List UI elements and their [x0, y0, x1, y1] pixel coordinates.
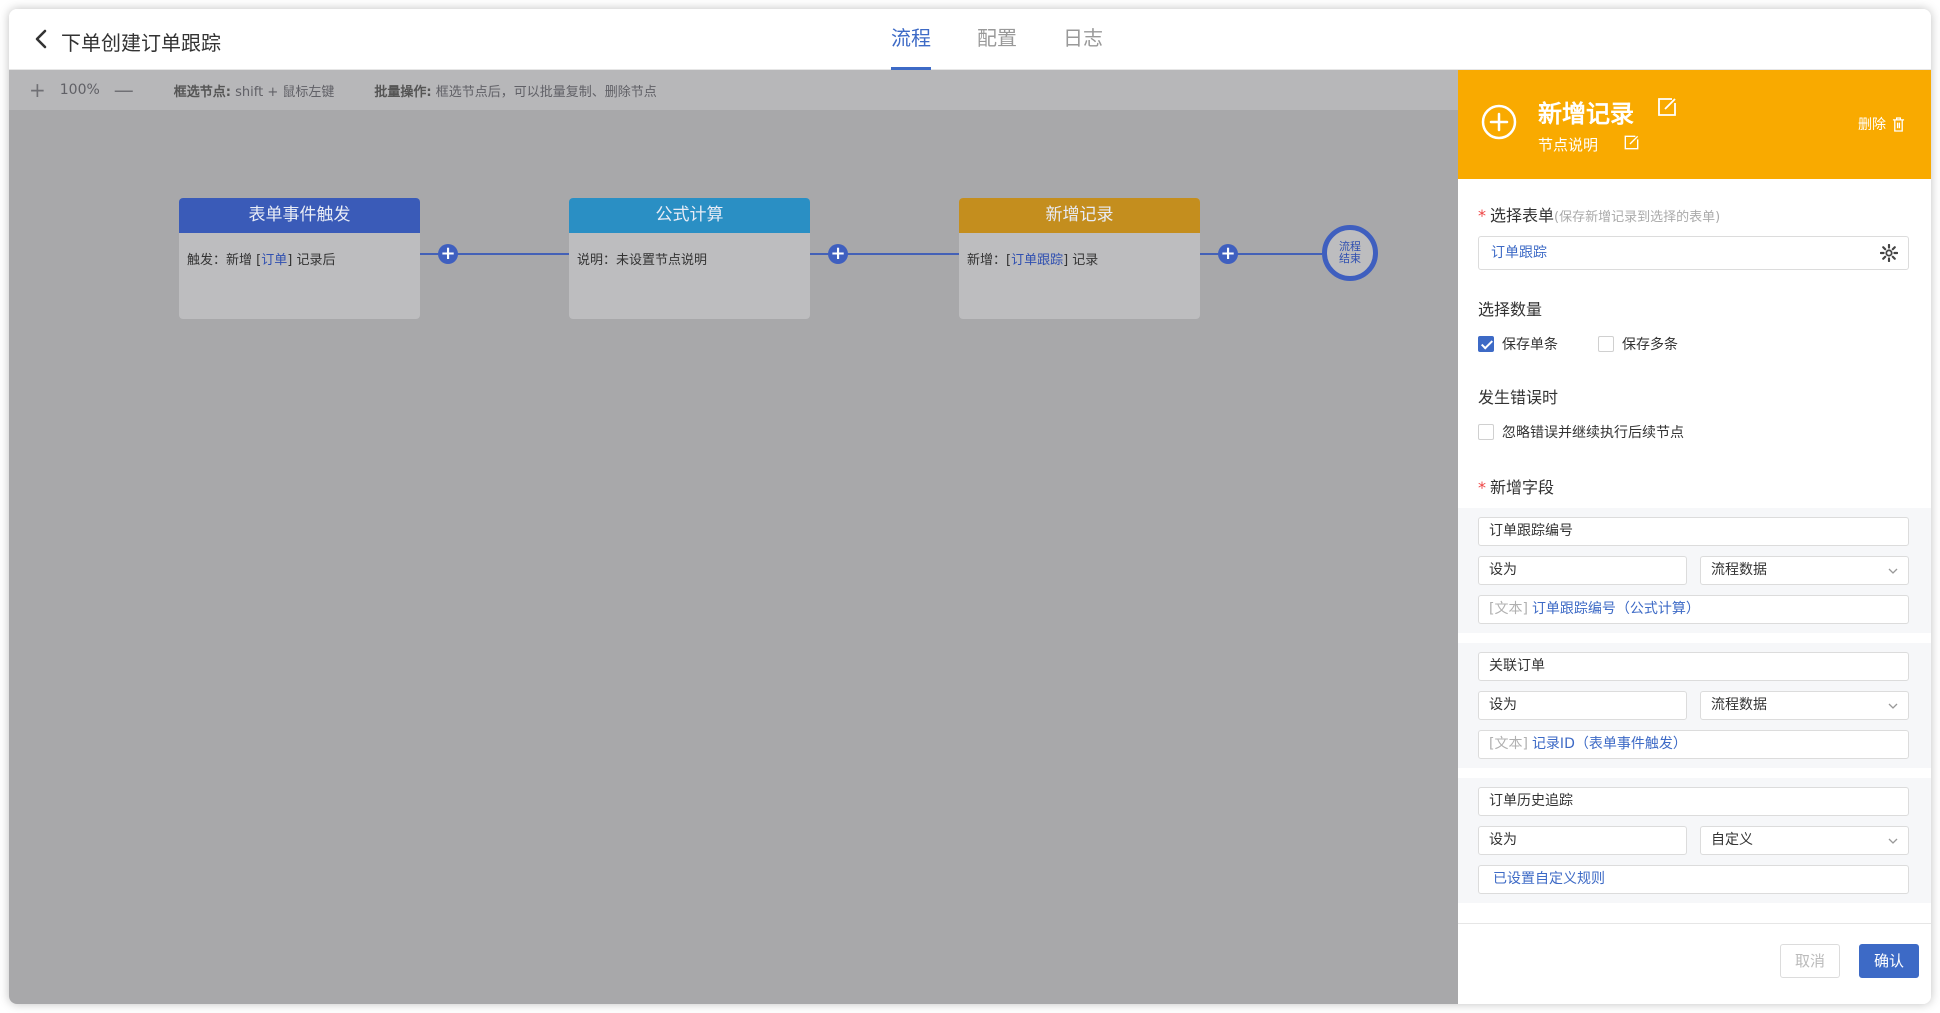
page-title: 下单创建订单跟踪: [61, 31, 221, 55]
node-title: 公式计算: [569, 198, 810, 233]
checkbox-checked-icon: [1478, 336, 1494, 352]
field-value[interactable]: 已设置自定义规则: [1478, 865, 1909, 894]
field-value[interactable]: [文本] 订单跟踪编号（公式计算）: [1478, 595, 1909, 624]
back-arrow-icon[interactable]: [29, 26, 55, 52]
flow-node-add-record[interactable]: 新增记录 新增：[订单跟踪] 记录: [959, 198, 1200, 319]
error-label: 发生错误时: [1478, 388, 1559, 407]
save-multiple-checkbox[interactable]: 保存多条: [1598, 334, 1678, 354]
panel-subtitle: 节点说明: [1538, 136, 1599, 154]
field-source-select[interactable]: 流程数据: [1700, 556, 1909, 585]
tab-flow[interactable]: 流程: [879, 9, 943, 70]
field-name: 订单历史追踪: [1478, 787, 1909, 816]
gear-icon[interactable]: [1880, 244, 1898, 262]
tab-bar: 流程 配置 日志: [879, 9, 1137, 70]
field-source-select[interactable]: 自定义: [1700, 826, 1909, 855]
form-select[interactable]: 订单跟踪: [1478, 236, 1909, 270]
cancel-button[interactable]: 取消: [1780, 944, 1840, 978]
field-mapping-group: 订单历史追踪 设为 自定义 已设置自定义规则: [1458, 778, 1931, 903]
field-name: 关联订单: [1478, 652, 1909, 681]
panel-header: 新增记录 节点说明 删除: [1458, 70, 1931, 179]
delete-node-button[interactable]: 删除: [1858, 114, 1905, 134]
count-label: 选择数量: [1478, 300, 1543, 319]
field-source-select[interactable]: 流程数据: [1700, 691, 1909, 720]
batch-hint: 批量操作: 框选节点后，可以批量复制、删除节点: [374, 84, 657, 100]
edit-icon[interactable]: [1623, 134, 1640, 151]
ignore-error-checkbox[interactable]: 忽略错误并继续执行后续节点: [1478, 422, 1684, 442]
panel-body: * 选择表单(保存新增记录到选择的表单) 订单跟踪 选择数量 保存单条 保存多条 …: [1458, 202, 1931, 903]
zoom-level: 100%: [59, 82, 100, 98]
flow-node-formula[interactable]: 公式计算 说明：未设置节点说明: [569, 198, 810, 319]
node-settings-panel: 新增记录 节点说明 删除 * 选择表单(保存新增记录到选择的表单) 订单跟踪 选择…: [1458, 70, 1931, 1004]
select-hint: 框选节点: shift + 鼠标左键: [173, 84, 335, 100]
field-operator: 设为: [1478, 691, 1687, 720]
add-node-button[interactable]: +: [1218, 244, 1238, 264]
flow-canvas[interactable]: + 100% — 框选节点: shift + 鼠标左键 批量操作: 框选节点后，…: [9, 70, 1458, 1004]
node-description: 说明：未设置节点说明: [577, 253, 708, 268]
checkbox-empty-icon: [1598, 336, 1614, 352]
node-description: 新增：[订单跟踪] 记录: [967, 253, 1099, 268]
flow-node-trigger[interactable]: 表单事件触发 触发：新增 [订单] 记录后: [179, 198, 420, 319]
panel-footer: 取消 确认: [1458, 923, 1931, 1004]
add-node-button[interactable]: +: [438, 244, 458, 264]
add-node-button[interactable]: +: [828, 244, 848, 264]
count-options: 保存单条 保存多条: [1478, 334, 1909, 354]
edit-icon[interactable]: [1656, 96, 1678, 118]
field-mapping-group: 订单跟踪编号 设为 流程数据 [文本] 订单跟踪编号（公式计算）: [1458, 508, 1931, 633]
end-label-2: 结束: [1339, 252, 1361, 265]
delete-label: 删除: [1858, 117, 1886, 133]
field-name: 订单跟踪编号: [1478, 517, 1909, 546]
panel-title: 新增记录: [1538, 100, 1634, 128]
node-title: 新增记录: [959, 198, 1200, 233]
tab-config[interactable]: 配置: [965, 9, 1029, 70]
error-options: 忽略错误并继续执行后续节点: [1478, 422, 1909, 442]
chevron-down-icon: [1888, 703, 1898, 709]
field-operator: 设为: [1478, 826, 1687, 855]
canvas-toolbar: + 100% — 框选节点: shift + 鼠标左键 批量操作: 框选节点后，…: [9, 70, 1458, 110]
flow-end-node: 流程 结束: [1322, 225, 1378, 281]
zoom-in-button[interactable]: +: [29, 78, 46, 102]
select-form-label: * 选择表单(保存新增记录到选择的表单): [1478, 206, 1721, 225]
node-description: 触发：新增 [订单] 记录后: [187, 253, 336, 268]
confirm-button[interactable]: 确认: [1859, 944, 1919, 978]
add-circle-icon: [1480, 103, 1518, 141]
trash-icon: [1892, 116, 1905, 132]
node-title: 表单事件触发: [179, 198, 420, 233]
select-form-hint: (保存新增记录到选择的表单): [1554, 210, 1721, 225]
top-header: 下单创建订单跟踪 流程 配置 日志: [9, 9, 1931, 70]
field-operator: 设为: [1478, 556, 1687, 585]
field-value[interactable]: [文本] 记录ID（表单事件触发）: [1478, 730, 1909, 759]
field-mapping-group: 关联订单 设为 流程数据 [文本] 记录ID（表单事件触发）: [1458, 643, 1931, 768]
save-single-checkbox[interactable]: 保存单条: [1478, 334, 1558, 354]
chevron-down-icon: [1888, 838, 1898, 844]
zoom-out-button[interactable]: —: [114, 78, 134, 102]
checkbox-empty-icon: [1478, 424, 1494, 440]
app-window: 下单创建订单跟踪 流程 配置 日志 + 100% — 框选节点: shift +…: [9, 9, 1931, 1004]
new-fields-label: * 新增字段: [1478, 478, 1555, 497]
tab-log[interactable]: 日志: [1051, 9, 1115, 70]
chevron-down-icon: [1888, 568, 1898, 574]
